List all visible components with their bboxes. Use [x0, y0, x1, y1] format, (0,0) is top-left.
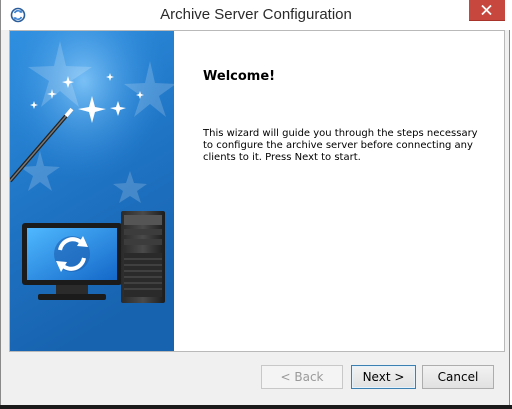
- close-icon: [481, 5, 492, 15]
- close-button[interactable]: [469, 0, 505, 21]
- welcome-heading: Welcome!: [203, 69, 276, 84]
- welcome-description: This wizard will guide you through the s…: [203, 128, 478, 163]
- window-shadow: [0, 405, 512, 409]
- wizard-banner-image: [10, 31, 174, 351]
- window-title: Archive Server Configuration: [160, 6, 352, 23]
- cancel-button[interactable]: Cancel: [422, 365, 494, 389]
- next-button[interactable]: Next >: [351, 365, 416, 389]
- title-bar: Archive Server Configuration: [1, 0, 511, 30]
- wizard-window: Archive Server Configuration Welcome! Th…: [0, 0, 511, 405]
- back-button[interactable]: < Back: [261, 365, 343, 389]
- wizard-content-area: Welcome! This wizard will guide you thro…: [9, 30, 505, 352]
